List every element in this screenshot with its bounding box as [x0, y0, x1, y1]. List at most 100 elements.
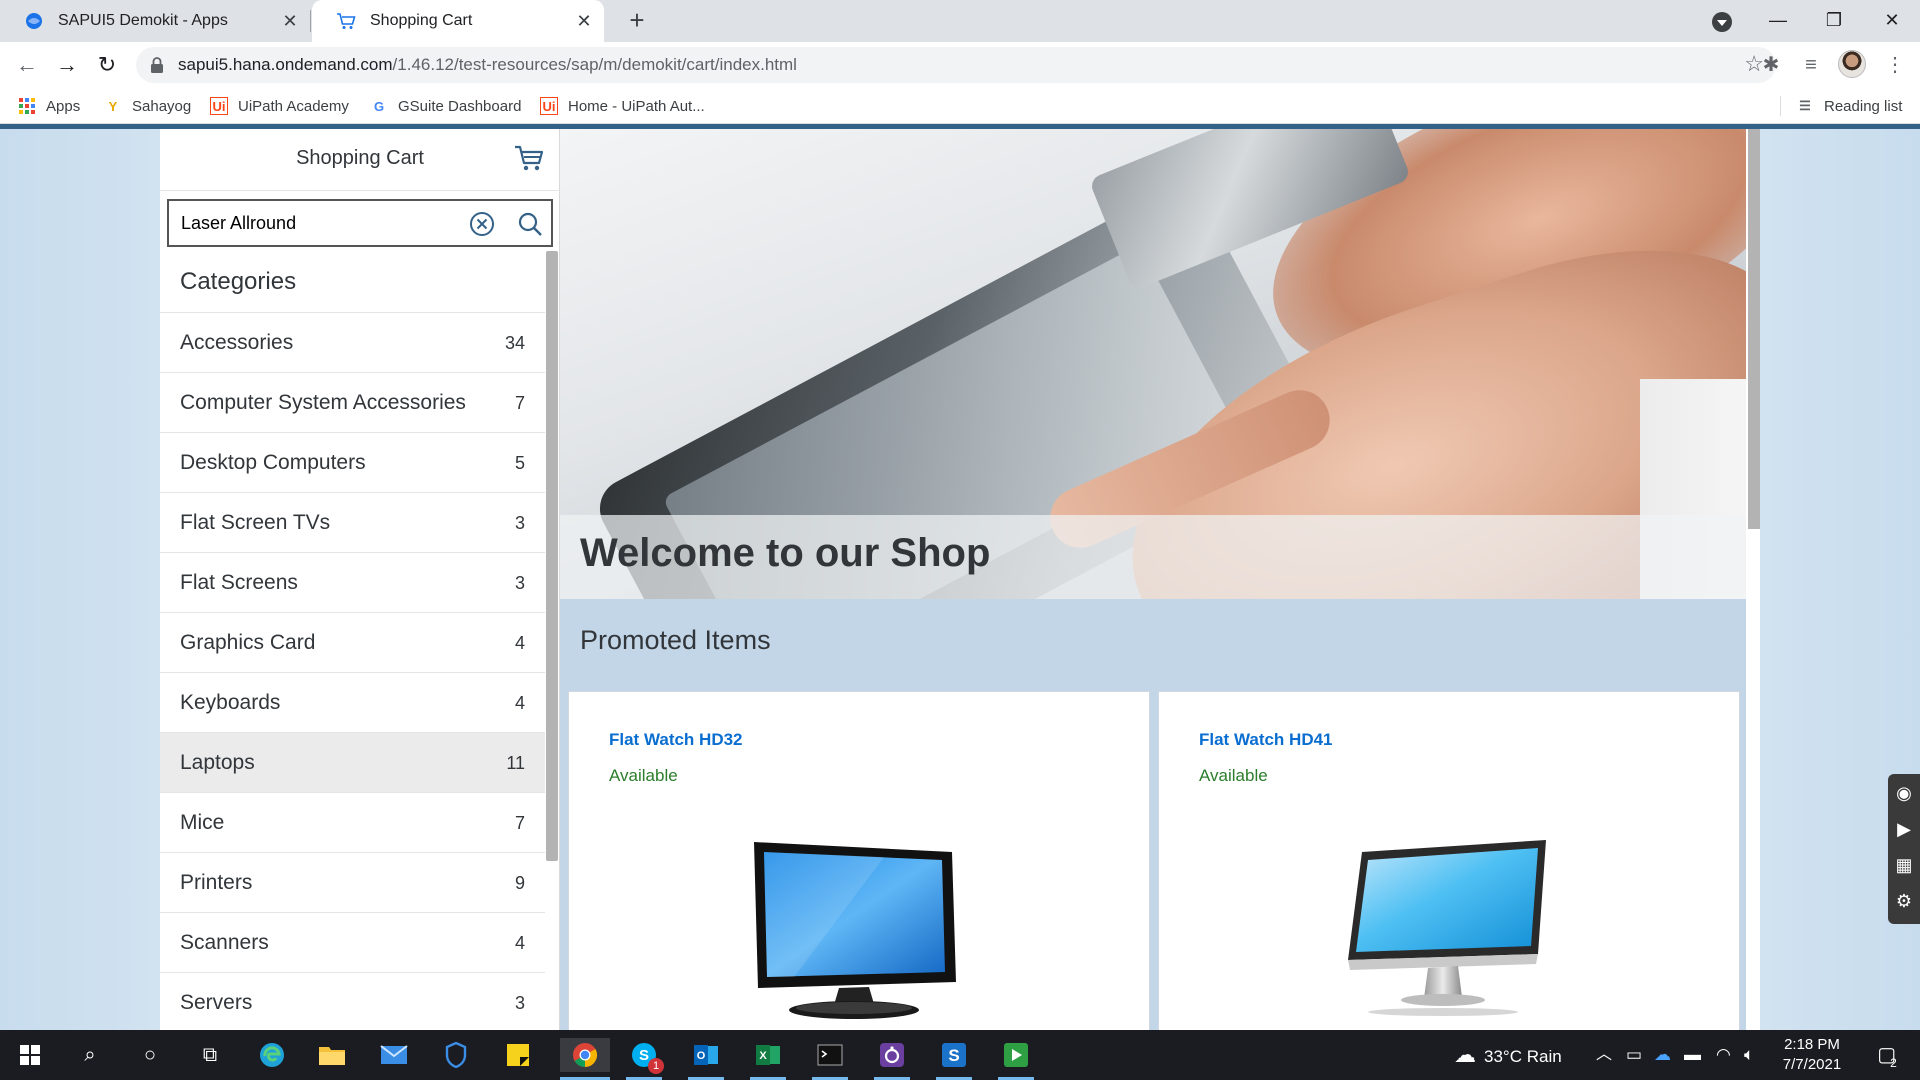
- list-item[interactable]: Desktop Computers 5: [160, 433, 545, 493]
- volume-icon[interactable]: 🔈︎: [1744, 1030, 1754, 1080]
- scrollbar-thumb[interactable]: [1748, 129, 1760, 529]
- more-menu-icon[interactable]: ⋮: [1880, 50, 1910, 80]
- uipath-icon: Ui: [540, 97, 558, 115]
- list-item[interactable]: Printers 9: [160, 853, 545, 913]
- security-shield-icon[interactable]: [438, 1038, 474, 1072]
- monitor-image[interactable]: [734, 832, 974, 1022]
- category-count: 11: [506, 753, 525, 773]
- onedrive-icon[interactable]: ☁: [1654, 1030, 1671, 1080]
- bookmark-apps[interactable]: Apps: [18, 88, 80, 124]
- list-item[interactable]: Keyboards 4: [160, 673, 545, 733]
- search-input[interactable]: [181, 210, 461, 236]
- category-count: 3: [514, 993, 525, 1013]
- detail-scrollbar[interactable]: [1746, 129, 1760, 1030]
- monitor-image[interactable]: [1324, 832, 1564, 1022]
- list-item[interactable]: Scanners 4: [160, 913, 545, 973]
- weather-widget[interactable]: ☁ 33°C Rain: [1454, 1030, 1562, 1080]
- tab-sapui5-demokit[interactable]: SAPUI5 Demokit - Apps ✕: [0, 0, 310, 42]
- product-name-link[interactable]: Flat Watch HD32: [609, 730, 743, 750]
- meet-now-icon[interactable]: ▭: [1626, 1030, 1642, 1080]
- product-name-link[interactable]: Flat Watch HD41: [1199, 730, 1333, 750]
- category-name: Scanners: [180, 931, 269, 954]
- mail-icon[interactable]: [376, 1038, 412, 1072]
- category-count: 7: [514, 393, 525, 413]
- list-item-selected[interactable]: Laptops 11: [160, 733, 545, 793]
- svg-text:X: X: [759, 1050, 767, 1062]
- gallery-icon[interactable]: ▦: [1888, 850, 1920, 882]
- category-name: Computer System Accessories: [180, 391, 466, 414]
- camera-icon[interactable]: ◉: [1888, 778, 1920, 810]
- reading-list-button[interactable]: ☰ Reading list: [1796, 88, 1902, 124]
- task-view-icon[interactable]: ⧉: [192, 1038, 228, 1072]
- new-tab-button[interactable]: +: [622, 6, 652, 36]
- master-scrollbar[interactable]: [546, 251, 558, 861]
- profile-avatar[interactable]: [1838, 50, 1866, 78]
- outlook-icon[interactable]: O: [688, 1038, 724, 1080]
- category-count: 4: [514, 693, 525, 713]
- uipath-robot-icon[interactable]: [998, 1038, 1034, 1080]
- bookmark-uipath-academy[interactable]: Ui UiPath Academy: [210, 88, 349, 124]
- media-control-icon[interactable]: ≡: [1796, 50, 1826, 80]
- minimize-button[interactable]: —: [1750, 0, 1806, 42]
- file-explorer-icon[interactable]: [314, 1038, 350, 1072]
- shopping-cart-icon[interactable]: [512, 141, 546, 175]
- excel-icon[interactable]: X: [750, 1038, 786, 1080]
- reload-icon[interactable]: ↻: [92, 50, 122, 80]
- extensions-icon[interactable]: ✱: [1756, 50, 1786, 80]
- notification-center-icon[interactable]: ▢2: [1872, 1030, 1908, 1080]
- clock-time: 2:18 PM: [1784, 1036, 1840, 1053]
- bookmark-label: Apps: [46, 97, 81, 115]
- svg-text:S: S: [948, 1046, 959, 1065]
- bookmark-label: Sahayog: [132, 97, 192, 115]
- system-clock[interactable]: 2:18 PM 7/7/2021: [1768, 1035, 1856, 1075]
- video-icon[interactable]: ▶: [1888, 814, 1920, 846]
- list-item[interactable]: Flat Screens 3: [160, 553, 545, 613]
- list-item[interactable]: Servers 3: [160, 973, 545, 1030]
- close-tab-icon[interactable]: ✕: [574, 11, 594, 31]
- sticky-notes-icon[interactable]: [500, 1038, 536, 1072]
- list-item[interactable]: Computer System Accessories 7: [160, 373, 545, 433]
- tab-search-icon[interactable]: [1712, 12, 1732, 32]
- edge-browser-icon[interactable]: [254, 1038, 290, 1072]
- settings-gear-icon[interactable]: ⚙: [1888, 886, 1920, 918]
- product-tile[interactable]: Flat Watch HD41 Available: [1158, 691, 1740, 1030]
- list-item[interactable]: Flat Screen TVs 3: [160, 493, 545, 553]
- cortana-icon[interactable]: ○: [132, 1038, 168, 1072]
- bookmark-sahayog[interactable]: Y Sahayog: [104, 88, 192, 124]
- terminal-icon[interactable]: [812, 1038, 848, 1080]
- uipath-studio-icon[interactable]: S: [936, 1038, 972, 1080]
- chrome-icon[interactable]: [560, 1038, 610, 1080]
- search-field[interactable]: [167, 199, 553, 247]
- category-count: 34: [504, 333, 525, 353]
- wifi-icon[interactable]: ◠: [1716, 1030, 1731, 1080]
- weather-text: 33°C Rain: [1484, 1047, 1562, 1066]
- svg-text:O: O: [697, 1050, 706, 1062]
- address-bar[interactable]: sapui5.hana.ondemand.com/1.46.12/test-re…: [136, 47, 1776, 83]
- close-tab-icon[interactable]: ✕: [280, 11, 300, 31]
- close-window-button[interactable]: ✕: [1864, 0, 1920, 42]
- browser-toolbar: ← → ↻ sapui5.hana.ondemand.com/1.46.12/t…: [0, 42, 1920, 88]
- forward-arrow-icon[interactable]: →: [52, 50, 82, 80]
- tab-shopping-cart[interactable]: Shopping Cart ✕: [312, 0, 604, 42]
- product-tile[interactable]: Flat Watch HD32 Available: [568, 691, 1150, 1030]
- uipath-assistant-icon[interactable]: [874, 1038, 910, 1080]
- clear-circle-icon[interactable]: [469, 211, 495, 237]
- list-item[interactable]: Graphics Card 4: [160, 613, 545, 673]
- search-icon[interactable]: ⌕: [72, 1038, 108, 1072]
- bookmark-gsuite[interactable]: G GSuite Dashboard: [370, 88, 521, 124]
- category-count: 4: [514, 633, 525, 653]
- bookmark-uipath-home[interactable]: Ui Home - UiPath Aut...: [540, 88, 705, 124]
- skype-icon[interactable]: S 1: [626, 1038, 664, 1080]
- back-arrow-icon[interactable]: ←: [12, 50, 42, 80]
- list-item[interactable]: Accessories 34: [160, 313, 545, 373]
- restore-button[interactable]: ❐: [1806, 0, 1862, 42]
- apps-grid-icon: [18, 97, 36, 115]
- category-name: Flat Screen TVs: [180, 511, 331, 534]
- search-icon[interactable]: [517, 211, 543, 237]
- browser-tabbar: SAPUI5 Demokit - Apps ✕ Shopping Cart ✕ …: [0, 0, 1920, 42]
- list-item[interactable]: Mice 7: [160, 793, 545, 853]
- tray-chevron-icon[interactable]: ︿: [1596, 1030, 1612, 1080]
- lock-icon[interactable]: [150, 56, 164, 74]
- battery-icon[interactable]: ▬: [1684, 1030, 1701, 1080]
- windows-start-icon[interactable]: [12, 1038, 48, 1072]
